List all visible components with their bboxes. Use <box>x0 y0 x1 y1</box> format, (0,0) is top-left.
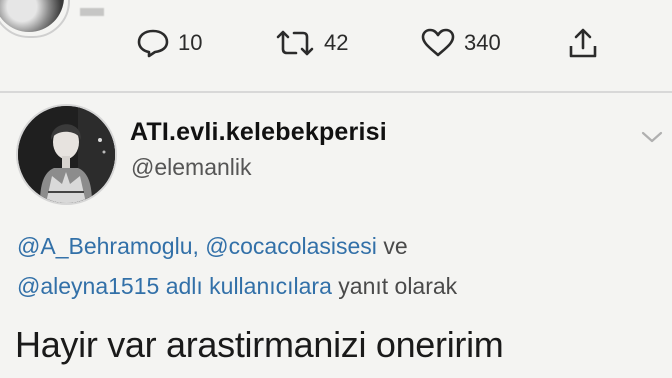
mention-link[interactable]: @A_Behramoglu, <box>17 233 199 259</box>
reply-context-line-2: @aleyna1515 adlı kullanıcılara yanıt ola… <box>17 273 457 300</box>
chevron-down-icon <box>641 131 663 143</box>
reply-action[interactable]: 10 <box>136 28 202 58</box>
reply-context-suffix: yanıt olarak <box>338 273 458 299</box>
mention-link[interactable]: @aleyna1515 <box>17 273 159 299</box>
tweet-text: Hayir var arastirmanizi oneririm <box>15 324 504 365</box>
previous-tweet-clipped-caption <box>80 8 104 16</box>
retweet-count: 42 <box>324 30 349 55</box>
reply-context-conjunction: ve <box>383 233 408 259</box>
retweet-action[interactable]: 42 <box>274 28 348 58</box>
reply-count: 10 <box>178 30 203 55</box>
speech-bubble-icon <box>137 29 169 58</box>
user-avatar[interactable] <box>16 104 117 205</box>
user-avatar-photo <box>18 106 115 203</box>
tweet-divider <box>0 91 672 93</box>
reply-context-line-1: @A_Behramoglu, @cocacolasisesi ve <box>17 233 408 260</box>
retweet-icon <box>276 30 314 56</box>
like-count: 340 <box>464 30 501 55</box>
like-action[interactable]: 340 <box>420 28 501 58</box>
previous-tweet-clipped-text <box>100 0 500 6</box>
more-options-button[interactable] <box>640 129 664 150</box>
share-action[interactable] <box>566 28 600 58</box>
share-upload-icon <box>569 28 597 58</box>
username-handle[interactable]: @elemanlik <box>131 154 252 181</box>
replied-users-link[interactable]: adlı kullanıcılara <box>166 273 332 299</box>
display-name[interactable]: ATI.evli.kelebekperisi <box>130 118 387 147</box>
heart-icon <box>421 28 455 57</box>
mention-link[interactable]: @cocacolasisesi <box>205 233 377 259</box>
